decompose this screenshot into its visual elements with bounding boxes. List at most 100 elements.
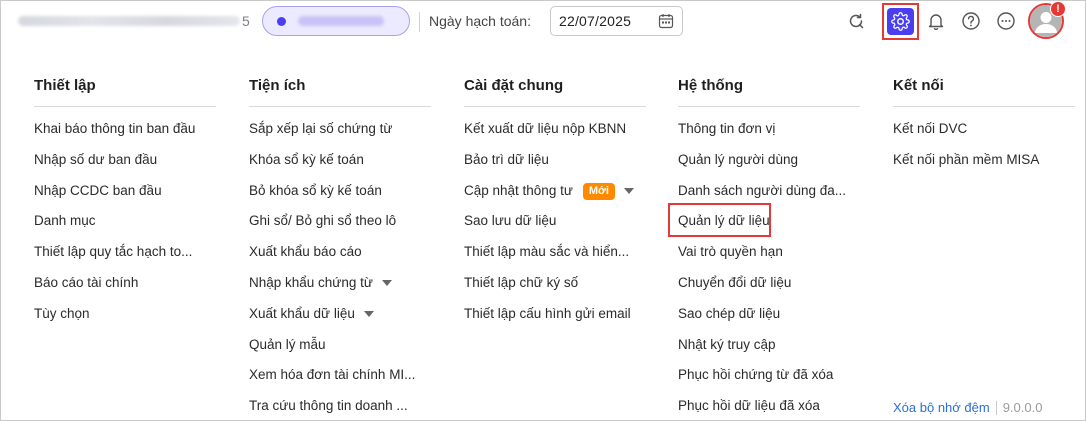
refresh-button[interactable]: [840, 5, 872, 37]
menu-item[interactable]: Kết xuất dữ liệu nộp KBNN: [464, 120, 646, 151]
company-name-suffix: 5: [242, 13, 250, 29]
menu-item[interactable]: Phục hồi chứng từ đã xóa: [678, 366, 860, 397]
menu-item[interactable]: Cập nhật thông tư Mới: [464, 182, 646, 213]
menu-item-label: Sao chép dữ liệu: [678, 305, 781, 321]
menu-item-label: Nhập CCDC ban đầu: [34, 182, 162, 198]
menu-item-label: Xuất khẩu báo cáo: [249, 244, 362, 260]
menu-item[interactable]: Bảo trì dữ liệu: [464, 151, 646, 182]
help-button[interactable]: [955, 5, 987, 37]
menu-item-label: Xem hóa đơn tài chính MI...: [249, 367, 416, 383]
menu-item-label: Khai báo thông tin ban đầu: [34, 121, 196, 136]
branch-selector[interactable]: [262, 6, 410, 36]
menu-item[interactable]: Xuất khẩu báo cáo: [249, 243, 431, 274]
more-options-button[interactable]: [990, 5, 1022, 37]
menu-item[interactable]: Báo cáo tài chính: [34, 274, 216, 305]
new-badge: Mới: [582, 182, 615, 200]
menu-item[interactable]: Nhật ký truy cập: [678, 336, 860, 367]
menu-item-label: Sao lưu dữ liệu: [464, 213, 557, 229]
menu-item[interactable]: Xuất khẩu dữ liệu: [249, 305, 431, 336]
menu-item[interactable]: Quản lý mẫu: [249, 336, 431, 367]
menu-item[interactable]: Thông tin đơn vị: [678, 120, 860, 151]
menu-item-label: Thiết lập màu sắc và hiển...: [464, 244, 630, 260]
menu-item-label: Quản lý mẫu: [249, 336, 326, 352]
menu-item[interactable]: Nhập khẩu chứng từ: [249, 274, 431, 305]
menu-item-label: Thiết lập chữ ký số: [464, 274, 579, 290]
menu-item-label: Sắp xếp lại số chứng từ: [249, 121, 393, 136]
menu-item[interactable]: Chuyển đổi dữ liệu: [678, 274, 860, 305]
posting-date-label: Ngày hạch toán:: [429, 13, 531, 29]
more-icon: [997, 12, 1015, 30]
menu-item[interactable]: Sắp xếp lại số chứng từ: [249, 120, 431, 151]
menu-item[interactable]: Tra cứu thông tin doanh ...: [249, 397, 431, 421]
clear-cache-link[interactable]: Xóa bộ nhớ đệm: [893, 400, 990, 415]
menu-item[interactable]: Nhập số dư ban đầu: [34, 151, 216, 182]
company-name-redacted: [18, 16, 240, 26]
menu-item-label: Nhập số dư ban đầu: [34, 151, 158, 167]
menu-item-label: Khóa sổ kỳ kế toán: [249, 151, 364, 167]
column-divider: [678, 106, 860, 107]
menu-item[interactable]: Khai báo thông tin ban đầu: [34, 120, 216, 151]
settings-button[interactable]: [882, 3, 919, 40]
column-title: Thiết lập: [34, 77, 96, 94]
top-bar: 5 Ngày hạch toán: 22/07/2025 !: [0, 0, 1086, 44]
menu-column-utilities: Tiện ích Sắp xếp lại số chứng từ Khóa sổ…: [249, 77, 431, 421]
menu-item-label: Tra cứu thông tin doanh ...: [249, 398, 408, 414]
menu-item[interactable]: Thiết lập cấu hình gửi email: [464, 305, 646, 336]
menu-item[interactable]: Ghi sổ/ Bỏ ghi sổ theo lô: [249, 212, 431, 243]
menu-item-label: Quản lý người dùng: [678, 151, 798, 167]
menu-item[interactable]: Kết nối DVC: [893, 120, 1075, 151]
column-divider: [893, 106, 1075, 107]
help-icon: [962, 12, 980, 30]
menu-item[interactable]: Khóa sổ kỳ kế toán: [249, 151, 431, 182]
branch-dot-icon: [277, 16, 286, 26]
menu-item-label: Bỏ khóa sổ kỳ kế toán: [249, 182, 382, 198]
column-divider: [34, 106, 216, 107]
menu-item-label: Kết xuất dữ liệu nộp KBNN: [464, 121, 627, 136]
menu-item-label: Cập nhật thông tư: [464, 182, 573, 198]
column-divider: [249, 106, 431, 107]
menu-item[interactable]: Xem hóa đơn tài chính MI...: [249, 366, 431, 397]
posting-date-value: 22/07/2025: [559, 13, 632, 29]
menu-column-setup: Thiết lập Khai báo thông tin ban đầu Nhậ…: [34, 77, 216, 336]
menu-item[interactable]: Tùy chọn: [34, 305, 216, 336]
column-title: Tiện ích: [249, 77, 306, 94]
version-label: 9.0.0.0: [1002, 400, 1043, 415]
menu-item[interactable]: Phục hồi dữ liệu đã xóa: [678, 397, 860, 421]
menu-item[interactable]: Thiết lập màu sắc và hiển...: [464, 243, 646, 274]
menu-item-label: Thiết lập cấu hình gửi email: [464, 305, 631, 321]
menu-item-label: Kết nối phần mềm MISA: [893, 151, 1040, 167]
menu-item-label: Thông tin đơn vị: [678, 121, 776, 136]
menu-item[interactable]: Thiết lập quy tắc hạch to...: [34, 243, 216, 274]
notification-badge: !: [1050, 1, 1066, 17]
company-name[interactable]: 5: [18, 11, 250, 31]
column-title: Cài đặt chung: [464, 77, 564, 94]
bell-icon: [928, 14, 944, 31]
settings-button-fill: [887, 8, 914, 35]
chevron-down-icon[interactable]: [623, 187, 634, 194]
menu-item-label: Kết nối DVC: [893, 121, 968, 136]
menu-item[interactable]: Sao lưu dữ liệu: [464, 212, 646, 243]
menu-item[interactable]: Bỏ khóa sổ kỳ kế toán: [249, 182, 431, 213]
chevron-down-icon[interactable]: [363, 310, 374, 317]
menu-item-label: Báo cáo tài chính: [34, 274, 139, 290]
footer-divider: [995, 400, 997, 415]
menu-item-label: Tùy chọn: [34, 305, 90, 321]
menu-item-label: Phục hồi chứng từ đã xóa: [678, 367, 834, 383]
menu-column-general-settings: Cài đặt chung Kết xuất dữ liệu nộp KBNN …: [464, 77, 646, 336]
menu-item[interactable]: Thiết lập chữ ký số: [464, 274, 646, 305]
menu-item[interactable]: Nhập CCDC ban đầu: [34, 182, 216, 213]
menu-item[interactable]: Kết nối phần mềm MISA: [893, 151, 1075, 182]
calendar-icon[interactable]: [658, 13, 674, 29]
menu-item[interactable]: Danh mục: [34, 212, 216, 243]
menu-item[interactable]: Vai trò quyền hạn: [678, 243, 860, 274]
menu-item-label: Vai trò quyền hạn: [678, 244, 783, 260]
menu-item-label: Bảo trì dữ liệu: [464, 151, 549, 167]
menu-item[interactable]: Quản lý người dùng: [678, 151, 860, 182]
posting-date-input[interactable]: 22/07/2025: [550, 6, 683, 36]
notification-button[interactable]: [920, 5, 952, 37]
chevron-down-icon[interactable]: [381, 279, 392, 286]
menu-item[interactable]: Sao chép dữ liệu: [678, 305, 860, 336]
menu-item-label: Danh mục: [34, 213, 96, 229]
refresh-icon: [849, 13, 864, 29]
menu-item-label: Danh sách người dùng đa...: [678, 182, 846, 198]
